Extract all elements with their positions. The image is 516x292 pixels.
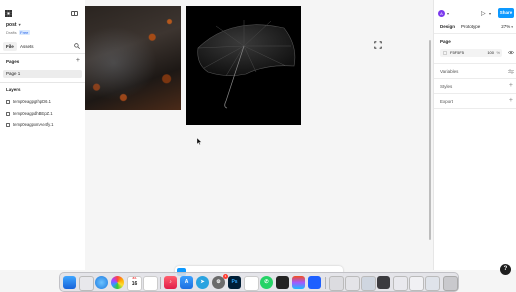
opacity-value[interactable]: 100: [487, 49, 494, 57]
divider: [434, 93, 516, 94]
tab-assets[interactable]: Assets: [17, 42, 37, 51]
background-color-field[interactable]: F5F5F5 100 %: [440, 49, 502, 57]
layer-item[interactable]: temp0eagpdhBEpZ.1: [6, 110, 53, 118]
figma-logo-icon[interactable]: [5, 10, 12, 17]
add-export-icon[interactable]: +: [509, 97, 513, 104]
page-item[interactable]: Page 1: [3, 70, 82, 78]
dock-separator: [325, 277, 326, 289]
trash-icon[interactable]: [443, 276, 458, 291]
dock-separator: [160, 277, 161, 289]
window-thumbnail-icon[interactable]: [409, 276, 424, 291]
window-thumbnail-icon[interactable]: [377, 276, 390, 289]
avatar[interactable]: A: [438, 10, 445, 17]
window-thumbnail-icon[interactable]: [329, 276, 344, 291]
divider: [0, 53, 85, 54]
add-style-icon[interactable]: +: [509, 82, 513, 89]
opacity-unit: %: [496, 50, 500, 55]
divider: [434, 78, 516, 79]
tab-design[interactable]: Design: [440, 24, 455, 29]
layer-label: temp0eagpxmAe4fy.1: [13, 122, 54, 127]
drafts-row: Drafts Free: [6, 30, 30, 35]
photos-icon[interactable]: [111, 276, 124, 289]
tab-file[interactable]: File: [3, 42, 17, 51]
layer-label: temp0eagpgIhpD6.1: [13, 99, 51, 104]
image-icon: [6, 123, 10, 127]
divider: [434, 63, 516, 64]
hex-value[interactable]: F5F5F5: [450, 49, 464, 57]
divider: [434, 108, 516, 109]
play-icon[interactable]: ▷: [481, 10, 486, 17]
telegram-icon[interactable]: ➤: [196, 276, 209, 289]
chevron-down-icon: ▾: [18, 22, 21, 27]
divider: [0, 82, 85, 83]
photoshop-icon[interactable]: Ps: [228, 276, 241, 289]
finder-icon[interactable]: [63, 276, 76, 289]
app-icon[interactable]: [308, 276, 321, 289]
drafts-label[interactable]: Drafts: [6, 30, 17, 35]
terminal-icon[interactable]: [276, 276, 289, 289]
layers-title: Layers: [6, 87, 21, 92]
plan-badge[interactable]: Free: [18, 30, 30, 35]
window-thumbnail-icon[interactable]: [425, 276, 440, 291]
music-icon[interactable]: ♪: [164, 276, 177, 289]
window-thumbnail-icon[interactable]: [345, 276, 360, 291]
zoom-value: 27%: [501, 24, 511, 29]
variables-title[interactable]: Variables: [440, 69, 458, 74]
image-icon: [6, 112, 10, 116]
window-thumbnail-icon[interactable]: [393, 276, 408, 291]
tab-prototype[interactable]: Prototype: [461, 24, 480, 29]
divider: [434, 33, 516, 34]
umbrella-graphic: [197, 20, 296, 109]
calendar-day: 16: [131, 281, 138, 287]
canvas[interactable]: [85, 0, 433, 270]
sidebar-toggle-icon[interactable]: [71, 11, 78, 16]
file-name[interactable]: post ▾: [6, 22, 21, 28]
reminders-icon[interactable]: [143, 276, 158, 291]
right-panel: A ▾ ▷ ▾ Share Design Prototype 27%▾ Page…: [433, 0, 516, 275]
page-item-label: Page 1: [6, 71, 21, 76]
chevron-down-icon[interactable]: ▾: [447, 11, 449, 16]
figma-icon[interactable]: [292, 276, 305, 289]
logo-row: [5, 10, 80, 18]
zoom-control[interactable]: 27%▾: [501, 24, 513, 29]
frame-icon[interactable]: [374, 41, 382, 49]
add-page-icon[interactable]: +: [76, 57, 80, 64]
vertical-scrollbar[interactable]: [429, 40, 431, 240]
variables-icon[interactable]: [508, 69, 514, 74]
share-button[interactable]: Share: [498, 8, 514, 18]
file-name-label: post: [6, 22, 17, 28]
help-button[interactable]: ?: [500, 264, 511, 275]
layer-item[interactable]: temp0eagpxmAe4fy.1: [6, 121, 53, 129]
layer-item[interactable]: temp0eagpgIhpD6.1: [6, 98, 51, 106]
eye-icon[interactable]: [508, 50, 514, 55]
pages-title: Pages: [6, 59, 20, 64]
left-sidebar: post ▾ Drafts Free File Assets Pages + Pag…: [0, 0, 86, 270]
image-icon: [6, 100, 10, 104]
search-icon[interactable]: [74, 43, 80, 49]
macos-dock: JUL 16 ♪ A ➤ ⚙ 1 Ps ✆: [59, 272, 459, 292]
chevron-down-icon[interactable]: ▾: [489, 11, 491, 16]
left-tabs: File Assets: [3, 42, 83, 51]
image-umbrella[interactable]: [186, 6, 301, 125]
chevron-down-icon: ▾: [511, 25, 513, 29]
launchpad-icon[interactable]: [79, 276, 94, 291]
whatsapp-icon[interactable]: ✆: [260, 276, 273, 289]
preview-icon[interactable]: [244, 276, 259, 291]
styles-title[interactable]: Styles: [440, 84, 452, 89]
layer-label: temp0eagpdhBEpZ.1: [13, 111, 53, 116]
app-store-icon[interactable]: A: [180, 276, 193, 289]
image-rainy-street[interactable]: [85, 6, 181, 110]
window-thumbnail-icon[interactable]: [361, 276, 376, 291]
safari-icon[interactable]: [95, 276, 108, 289]
page-section-title: Page: [440, 39, 451, 44]
color-swatch[interactable]: [443, 51, 447, 55]
cursor-icon: [197, 138, 202, 145]
calendar-icon[interactable]: JUL 16: [127, 276, 142, 291]
export-title[interactable]: Export: [440, 99, 453, 104]
